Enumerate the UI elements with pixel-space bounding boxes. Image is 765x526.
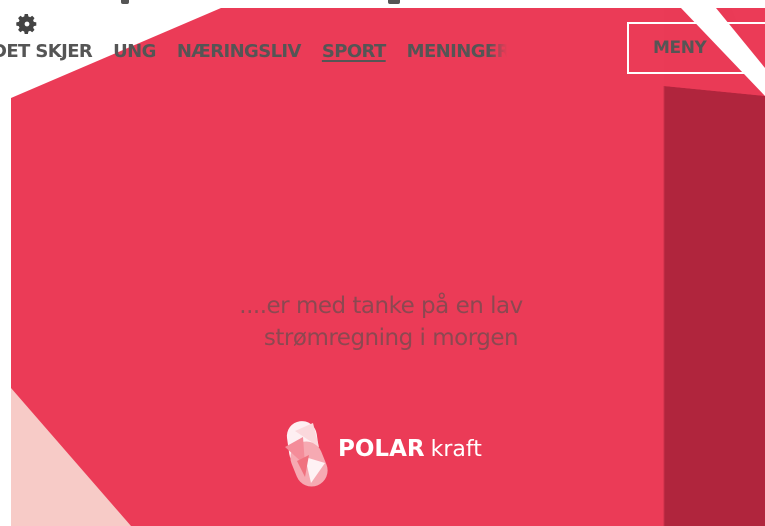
advertisement-banner[interactable]: ....er med tanke på en lav strømregning … — [11, 8, 765, 526]
ad-tagline: ....er med tanke på en lav strømregning … — [11, 290, 765, 354]
polarkraft-wordmark: POLAR kraft — [338, 436, 482, 462]
page: ....er med tanke på en lav strømregning … — [0, 0, 765, 526]
brand-name-light: kraft — [430, 437, 482, 462]
nav-item-det-skjer[interactable]: DET SKJER — [0, 41, 93, 62]
top-text-fragment — [0, 0, 765, 8]
ad-tagline-line1: ....er med tanke på en lav — [239, 293, 523, 319]
menu-button[interactable]: MENY — [627, 22, 765, 74]
gear-icon[interactable] — [15, 12, 39, 36]
nav-item-naeringsliv[interactable]: NÆRINGSLIV — [177, 41, 302, 62]
brand-name-bold: POLAR — [338, 436, 425, 462]
polarkraft-logo-icon — [285, 421, 328, 487]
polarkraft-brand[interactable]: POLAR kraft — [275, 415, 482, 491]
nav-item-meninger[interactable]: MENINGER — [407, 41, 507, 62]
main-navigation: DET SKJER UNG NÆRINGSLIV SPORT MENINGER — [0, 36, 528, 66]
ad-tagline-line2: strømregning i morgen — [263, 325, 519, 351]
nav-item-sport[interactable]: SPORT — [322, 41, 386, 62]
nav-item-ung[interactable]: UNG — [113, 41, 156, 62]
